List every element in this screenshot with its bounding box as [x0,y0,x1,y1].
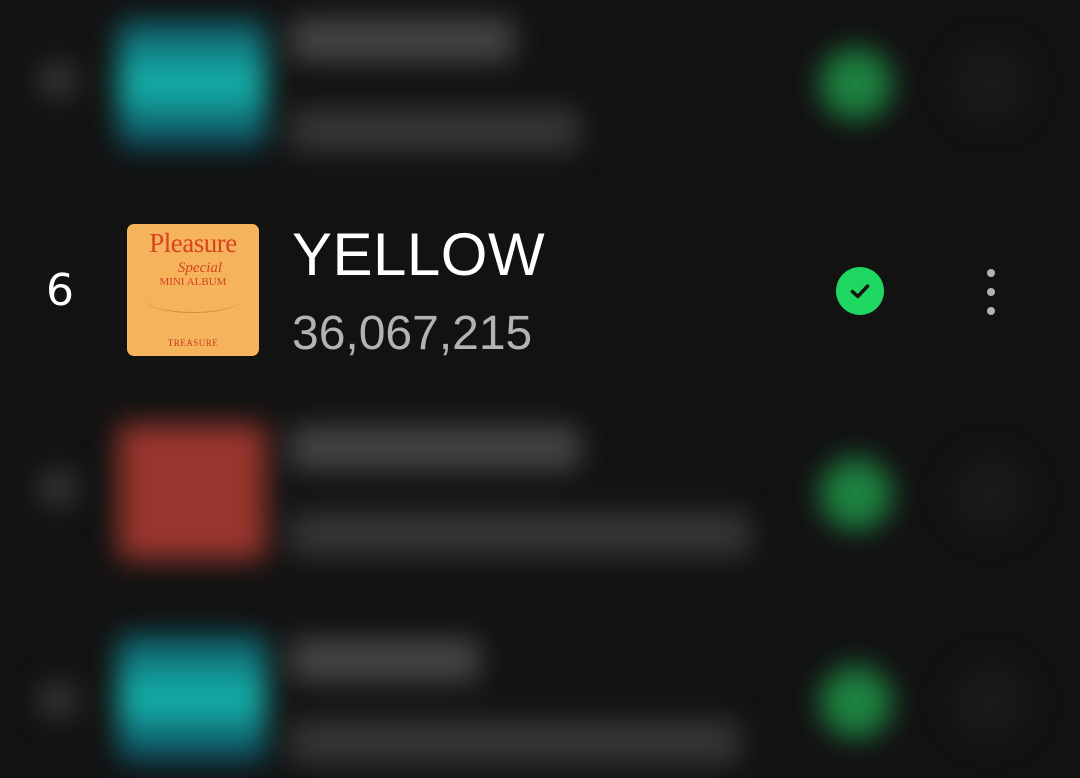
more-dot [987,288,995,296]
more-icon-blurred [950,662,1030,742]
track-rank-blurred [38,468,78,508]
more-icon-blurred [950,44,1030,124]
album-art-blurred [118,424,266,560]
track-title-blurred [290,18,515,62]
track-title-blurred [290,638,480,682]
play-count-blurred [290,512,750,556]
album-art-subtitle: Special [177,260,223,276]
track-row-blurred-above[interactable] [0,0,1080,180]
more-dot [987,307,995,315]
more-vertical-icon[interactable] [966,260,1016,324]
play-count-blurred [290,108,580,152]
track-rank-blurred [38,60,78,100]
saved-check-icon-blurred [820,458,892,530]
more-icon-blurred [950,454,1030,534]
saved-check-icon-blurred [820,48,892,120]
more-dot [987,269,995,277]
track-title-blurred [290,426,580,470]
saved-check-icon-blurred [820,666,892,738]
check-icon [850,284,870,299]
album-art-necklace [145,286,241,313]
album-art-subtitle-2: MINI ALBUM [159,276,227,288]
track-rank: 6 [46,265,74,316]
album-art-blurred [118,20,266,150]
check-circle-icon[interactable] [836,267,884,315]
track-title: YELLOW [292,221,546,288]
album-art: Pleasure Special MINI ALBUM TREASURE [127,224,259,356]
track-row-blurred-bottom[interactable] [0,608,1080,778]
play-count: 36,067,215 [292,307,533,360]
track-rank-blurred [38,680,78,720]
album-art-footer: TREASURE [167,338,219,348]
play-count-blurred [290,720,740,764]
album-art-title: Pleasure [149,228,237,258]
album-art-blurred [118,634,266,764]
track-row-blurred-below[interactable] [0,400,1080,600]
